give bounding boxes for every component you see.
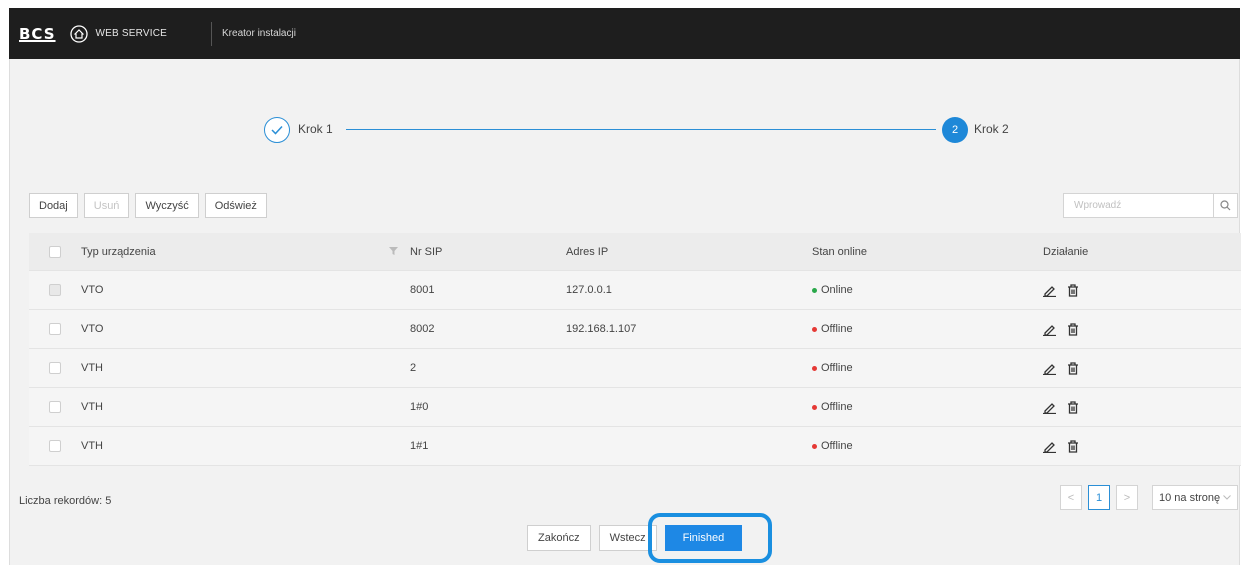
row-checkbox[interactable] [49, 440, 61, 452]
delete-icon[interactable] [1067, 400, 1079, 414]
row-status: Offline [812, 440, 853, 452]
refresh-button[interactable]: Odśwież [204, 193, 267, 218]
step1-label: Krok 1 [298, 122, 333, 136]
table-row: VTH 2 Offline [29, 349, 1241, 388]
table-header: Typ urządzenia Nr SIP Adres IP Stan onli… [29, 233, 1241, 271]
delete-icon[interactable] [1067, 322, 1079, 336]
edit-icon[interactable] [1043, 362, 1057, 375]
next-page-button[interactable]: > [1116, 485, 1138, 510]
row-type: VTO [81, 323, 104, 335]
prev-page-button[interactable]: < [1060, 485, 1082, 510]
row-actions [1043, 283, 1079, 297]
row-status: Offline [812, 362, 853, 374]
status-dot [812, 443, 817, 449]
status-text: Online [821, 284, 853, 296]
logo: BCS [19, 24, 56, 43]
table-row: VTO 8001 127.0.0.1 Online [29, 271, 1241, 310]
edit-icon[interactable] [1043, 401, 1057, 414]
row-status: Offline [812, 401, 853, 413]
row-checkbox[interactable] [49, 284, 61, 296]
row-ip: 192.168.1.107 [566, 323, 637, 335]
row-actions [1043, 361, 1079, 375]
home-icon [69, 24, 88, 43]
search-input[interactable] [1063, 193, 1214, 218]
page-size-value: 10 na stronę [1159, 491, 1221, 504]
highlight-frame [648, 513, 772, 563]
column-sip: Nr SIP [410, 245, 443, 258]
header-divider [211, 21, 213, 46]
row-ip: 127.0.0.1 [566, 284, 612, 296]
select-all-checkbox[interactable] [49, 245, 61, 258]
step-connector [346, 129, 936, 130]
row-checkbox[interactable] [49, 362, 61, 374]
status-text: Offline [821, 401, 853, 413]
row-actions [1043, 400, 1079, 414]
status-text: Offline [821, 323, 853, 335]
row-status: Online [812, 284, 853, 296]
row-type: VTO [81, 284, 104, 296]
wizard-steps: Krok 1 2 Krok 2 [262, 117, 1032, 143]
clear-button[interactable]: Wyczyść [135, 193, 199, 218]
row-sip: 1#0 [410, 401, 429, 413]
edit-icon[interactable] [1043, 440, 1057, 453]
page-size-select[interactable]: 10 na stronę [1152, 485, 1238, 510]
edit-icon[interactable] [1043, 284, 1057, 297]
top-bar: BCS WEB SERVICE Kreator instalacji [9, 8, 1240, 59]
record-count: Liczba rekordów: 5 [19, 495, 112, 507]
row-status: Offline [812, 323, 853, 335]
row-type: VTH [81, 440, 103, 452]
search-box [1063, 193, 1238, 218]
row-sip: 8001 [410, 284, 435, 296]
add-button[interactable]: Dodaj [29, 193, 78, 218]
pagination: < 1 > 10 na stronę [1060, 485, 1238, 510]
delete-icon[interactable] [1067, 439, 1079, 453]
step2-number: 2 [942, 117, 968, 143]
row-actions [1043, 322, 1079, 336]
row-type: VTH [81, 401, 103, 413]
chevron-down-icon [1223, 495, 1231, 500]
brand-title: WEB SERVICE [95, 28, 168, 39]
step1-check-icon [264, 117, 290, 143]
status-dot [812, 365, 817, 371]
table-row: VTH 1#0 Offline [29, 388, 1241, 427]
column-type: Typ urządzenia [81, 245, 156, 258]
status-text: Offline [821, 440, 853, 452]
column-status: Stan online [812, 245, 868, 258]
main-content: Krok 1 2 Krok 2 Dodaj Usuń Wyczyść Odświ… [9, 59, 1241, 565]
table-row: VTO 8002 192.168.1.107 Offline [29, 310, 1241, 349]
status-dot [812, 326, 817, 332]
row-checkbox[interactable] [49, 401, 61, 413]
column-ip: Adres IP [566, 245, 609, 258]
breadcrumb[interactable]: Kreator instalacji [222, 28, 296, 39]
delete-button[interactable]: Usuń [83, 193, 130, 218]
search-icon[interactable] [1214, 193, 1238, 218]
delete-icon[interactable] [1067, 283, 1079, 297]
filter-icon[interactable] [389, 246, 398, 258]
row-checkbox[interactable] [49, 323, 61, 335]
table-row: VTH 1#1 Offline [29, 427, 1241, 466]
step2-label: Krok 2 [974, 122, 1009, 136]
finish-button[interactable]: Zakończ [527, 525, 591, 551]
toolbar: Dodaj Usuń Wyczyść Odśwież [29, 193, 267, 218]
brand: BCS WEB SERVICE [19, 25, 167, 43]
delete-icon[interactable] [1067, 361, 1079, 375]
status-text: Offline [821, 362, 853, 374]
status-dot [812, 287, 817, 293]
row-sip: 1#1 [410, 440, 429, 452]
row-type: VTH [81, 362, 103, 374]
page-1-button[interactable]: 1 [1088, 485, 1110, 510]
status-dot [812, 404, 817, 410]
row-sip: 2 [410, 362, 417, 374]
row-actions [1043, 439, 1079, 453]
row-sip: 8002 [410, 323, 435, 335]
column-action: Działanie [1043, 245, 1089, 258]
edit-icon[interactable] [1043, 323, 1057, 336]
devices-table: Typ urządzenia Nr SIP Adres IP Stan onli… [29, 233, 1241, 466]
